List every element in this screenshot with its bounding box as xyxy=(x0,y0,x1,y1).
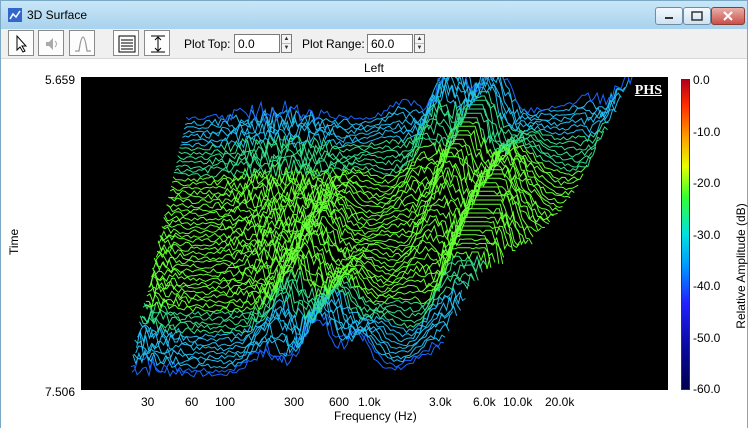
spin-up-icon[interactable]: ▲ xyxy=(282,35,291,44)
y-bottom-value: 7.506 xyxy=(45,385,76,399)
x-tick-label: 100 xyxy=(215,395,236,409)
spectrum-trace xyxy=(184,77,630,128)
x-axis-label: Frequency (Hz) xyxy=(334,409,417,423)
colorbar-label: Relative Amplitude (dB) xyxy=(734,203,748,329)
colorbar-tick-label: -40.0 xyxy=(693,279,721,293)
plot-range-input[interactable]: 60.0 xyxy=(367,34,413,53)
spin-down-icon[interactable]: ▼ xyxy=(282,44,291,53)
cursor-tool-button[interactable] xyxy=(8,30,34,56)
maximize-button[interactable] xyxy=(683,7,711,25)
x-tick-label: 3.0k xyxy=(429,395,452,409)
spectrum-trace xyxy=(136,297,462,352)
x-tick-label: 600 xyxy=(329,395,350,409)
close-button[interactable] xyxy=(711,7,745,25)
x-tick-label: 300 xyxy=(284,395,305,409)
list-settings-icon xyxy=(118,35,136,53)
minimize-icon xyxy=(665,17,673,19)
colorbar-tick-label: 0.0 xyxy=(693,73,710,87)
colorbar-tick-label: -50.0 xyxy=(693,330,721,345)
waterfall-canvas[interactable]: PHS xyxy=(81,77,668,390)
channel-label: Left xyxy=(364,61,385,75)
surface-window: 3D Surface Plot Top: 0.0 ▲ ▼ Plot Range:… xyxy=(0,0,748,428)
spectrum-trace xyxy=(183,77,626,131)
spectrum-trace xyxy=(180,86,613,149)
watermark-logo: PHS xyxy=(634,83,662,98)
vertical-scale-button[interactable] xyxy=(144,30,170,56)
close-icon xyxy=(723,11,733,21)
minimize-button[interactable] xyxy=(655,7,683,25)
colorbar-tick-label: -10.0 xyxy=(693,124,721,139)
cursor-icon xyxy=(16,34,28,53)
plot-top-label: Plot Top: xyxy=(184,37,231,51)
toolbar: Plot Top: 0.0 ▲ ▼ Plot Range: 60.0 ▲ ▼ xyxy=(1,29,747,59)
plot-range-label: Plot Range: xyxy=(302,37,365,51)
vertical-arrows-icon xyxy=(151,35,165,53)
spin-down-icon[interactable]: ▼ xyxy=(415,44,424,53)
maximize-icon xyxy=(691,11,703,21)
title-bar[interactable]: 3D Surface xyxy=(1,1,747,29)
x-tick-label: 10.0k xyxy=(503,395,533,409)
colorbar-tick-label: -30.0 xyxy=(693,227,721,242)
waterfall-surface xyxy=(130,77,633,378)
colorbar-tick-label: -20.0 xyxy=(693,176,721,190)
spectrum-tool-button[interactable] xyxy=(69,30,95,56)
x-tick-label: 1.0k xyxy=(358,395,381,409)
plot-top-spinner[interactable]: ▲ ▼ xyxy=(281,34,292,53)
speaker-tool-button[interactable] xyxy=(38,30,64,56)
plot-top-input[interactable]: 0.0 xyxy=(234,34,280,53)
plot-range-spinner[interactable]: ▲ ▼ xyxy=(414,34,425,53)
x-tick-label: 20.0k xyxy=(545,395,575,409)
x-tick-label: 60 xyxy=(185,395,199,409)
spin-up-icon[interactable]: ▲ xyxy=(415,35,424,44)
waterfall-settings-button[interactable] xyxy=(113,30,139,56)
x-tick-label: 6.0k xyxy=(473,395,496,409)
spectrum-trace xyxy=(169,134,579,196)
colorbar xyxy=(681,79,690,390)
plot-area: Left 5.659 7.506 Time PHS 30 60 100 300 600 1… xyxy=(1,59,748,428)
app-icon xyxy=(8,8,22,22)
spectrum-icon xyxy=(75,36,91,52)
colorbar-tick-label: -60.0 xyxy=(693,382,721,396)
window-title: 3D Surface xyxy=(27,8,88,22)
y-top-value: 5.659 xyxy=(45,73,76,87)
speaker-icon xyxy=(46,38,57,50)
y-axis-label: Time xyxy=(7,228,21,255)
x-tick-label: 30 xyxy=(141,395,155,409)
